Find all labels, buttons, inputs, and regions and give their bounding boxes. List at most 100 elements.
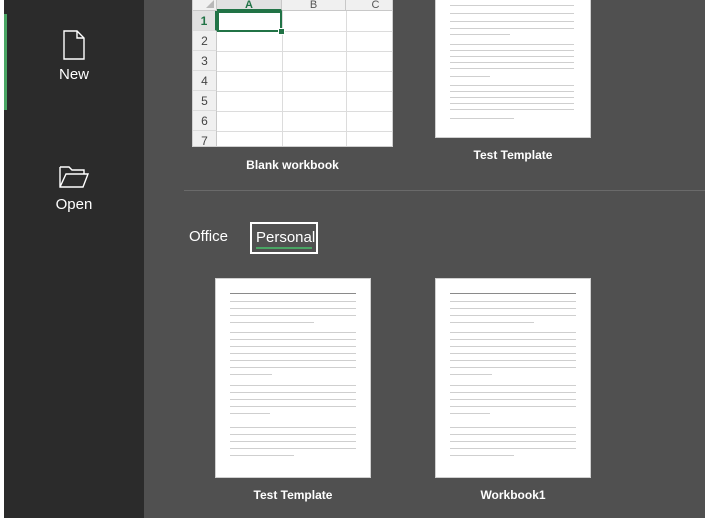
- document-text-line: [450, 434, 576, 435]
- document-text-line: [230, 448, 356, 449]
- new-document-icon: [63, 30, 85, 60]
- document-text-line: [450, 301, 576, 302]
- template-caption: Test Template: [253, 488, 333, 502]
- document-text-line: [230, 392, 356, 393]
- document-text-line: [450, 91, 574, 92]
- column-header: C: [346, 0, 392, 11]
- folder-open-icon: [59, 166, 90, 188]
- document-text-line: [450, 399, 576, 400]
- document-text-line: [450, 413, 490, 414]
- document-text-line: [450, 21, 574, 22]
- blank-workbook-thumbnail[interactable]: A B C 1 2 3 4 5 6 7: [192, 0, 393, 147]
- tab-office[interactable]: Office: [189, 228, 228, 245]
- document-text-line: [450, 103, 574, 104]
- document-text-line: [230, 332, 356, 333]
- document-text-line: [230, 374, 272, 375]
- document-text-line: [450, 448, 576, 449]
- document-text-line: [230, 413, 270, 414]
- document-text-line: [230, 346, 356, 347]
- template-thumbnail[interactable]: [435, 278, 591, 478]
- template-caption: Workbook1: [480, 488, 546, 502]
- document-text-line: [230, 427, 356, 428]
- document-text-line: [230, 441, 356, 442]
- document-text-line: [230, 385, 356, 386]
- document-text-line: [230, 308, 356, 309]
- row-header: 4: [193, 71, 217, 91]
- grid-line: [217, 51, 392, 52]
- selected-tab-underline: [256, 247, 312, 249]
- document-text-line: [450, 332, 576, 333]
- document-text-line: [450, 374, 492, 375]
- document-text-line: [450, 293, 576, 294]
- grid-line: [217, 111, 392, 112]
- document-text-line: [450, 322, 534, 323]
- grid-line: [217, 131, 392, 132]
- active-item-indicator: [4, 14, 7, 110]
- selected-cell: [217, 11, 282, 32]
- template-thumbnail[interactable]: [215, 278, 371, 478]
- row-header: 1: [193, 11, 217, 31]
- section-divider: [184, 190, 705, 191]
- document-text-line: [450, 56, 574, 57]
- tab-personal[interactable]: Personal: [250, 222, 318, 254]
- document-text-line: [450, 5, 574, 6]
- document-text-line: [450, 50, 574, 51]
- document-text-line: [230, 293, 356, 294]
- grid-line: [346, 11, 347, 146]
- document-text-line: [450, 406, 576, 407]
- document-text-line: [450, 76, 490, 77]
- document-text-line: [450, 441, 576, 442]
- backstage-sidebar: New Open: [4, 0, 144, 518]
- document-text-line: [230, 301, 356, 302]
- document-text-line: [230, 339, 356, 340]
- document-text-line: [230, 406, 356, 407]
- template-thumbnail[interactable]: [435, 0, 591, 138]
- fill-handle: [278, 28, 285, 35]
- document-text-line: [450, 62, 574, 63]
- document-text-line: [450, 339, 576, 340]
- document-text-line: [450, 367, 576, 368]
- row-header: 6: [193, 111, 217, 131]
- document-text-line: [450, 308, 576, 309]
- document-text-line: [450, 34, 510, 35]
- tab-label: Personal: [256, 229, 316, 246]
- sidebar-item-label: New: [58, 66, 89, 83]
- document-text-line: [230, 360, 356, 361]
- new-pane: A B C 1 2 3 4 5 6 7 Blank workbook Test …: [144, 0, 705, 518]
- document-text-line: [230, 315, 356, 316]
- document-text-line: [450, 85, 574, 86]
- template-caption: Test Template: [473, 148, 553, 162]
- document-text-line: [450, 455, 514, 456]
- document-text-line: [450, 385, 576, 386]
- sidebar-item-label: Open: [55, 196, 93, 213]
- document-text-line: [230, 399, 356, 400]
- document-text-line: [450, 353, 576, 354]
- row-header: 2: [193, 31, 217, 51]
- row-header: 3: [193, 51, 217, 71]
- document-text-line: [230, 322, 314, 323]
- document-text-line: [230, 353, 356, 354]
- document-text-line: [230, 367, 356, 368]
- sidebar-item-open[interactable]: Open: [4, 164, 144, 213]
- document-text-line: [450, 346, 576, 347]
- sidebar-item-new[interactable]: New: [4, 30, 144, 83]
- document-text-line: [450, 315, 576, 316]
- document-text-line: [450, 44, 574, 45]
- select-all-corner: [193, 0, 217, 11]
- document-text-line: [450, 28, 574, 29]
- row-header: 5: [193, 91, 217, 111]
- document-text-line: [230, 455, 294, 456]
- document-text-line: [450, 109, 574, 110]
- grid-line: [217, 71, 392, 72]
- document-text-line: [450, 392, 576, 393]
- document-text-line: [450, 360, 576, 361]
- document-text-line: [450, 97, 574, 98]
- row-header: 7: [193, 131, 217, 146]
- grid-line: [217, 91, 392, 92]
- document-text-line: [450, 68, 574, 69]
- template-caption: Blank workbook: [246, 158, 339, 172]
- document-text-line: [450, 13, 574, 14]
- column-header: A: [217, 0, 282, 11]
- column-header: B: [282, 0, 346, 11]
- tab-label: Office: [189, 228, 228, 245]
